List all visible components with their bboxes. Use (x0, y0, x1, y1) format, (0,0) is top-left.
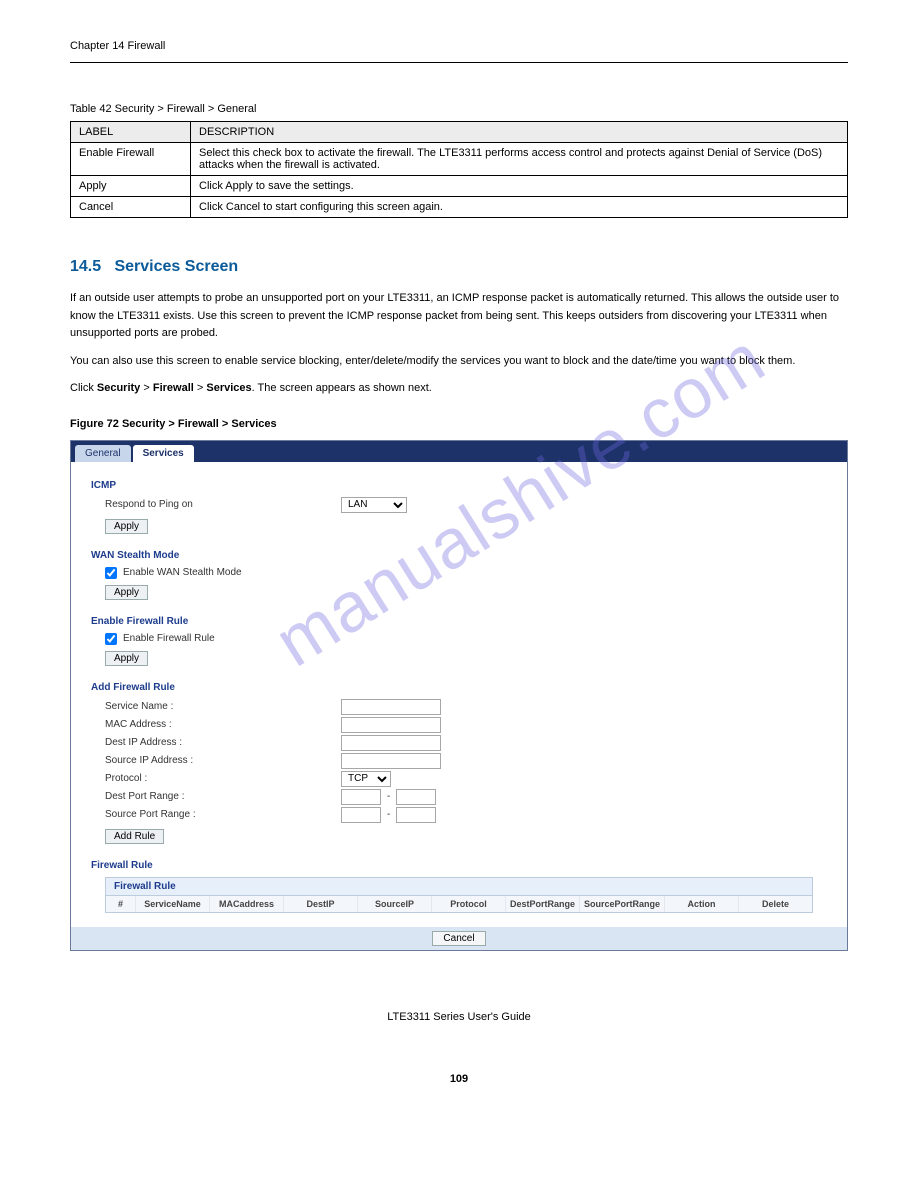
chapter-label: Chapter 14 Firewall (70, 40, 165, 52)
col-service: ServiceName (136, 896, 210, 912)
dest-port-to-input[interactable] (396, 789, 436, 805)
table-row: Enable Firewall Select this check box to… (71, 143, 848, 176)
enable-rule-apply-button[interactable]: Apply (105, 651, 148, 666)
wan-stealth-label: Enable WAN Stealth Mode (123, 567, 242, 578)
page-number: 109 (70, 1073, 848, 1085)
text-bold: Services (206, 382, 251, 394)
table-row: Cancel Click Cancel to start configuring… (71, 197, 848, 218)
text-frag: > (194, 382, 207, 394)
wan-apply-button[interactable]: Apply (105, 585, 148, 600)
panel-footer: Cancel (71, 927, 847, 950)
respond-ping-select[interactable]: LAN (341, 497, 407, 513)
respond-ping-label: Respond to Ping on (105, 499, 335, 510)
firewall-rule-section-title: Firewall Rule (91, 860, 827, 871)
source-port-label: Source Port Range : (105, 809, 335, 820)
source-ip-label: Source IP Address : (105, 755, 335, 766)
col-destport: DestPortRange (506, 896, 580, 912)
add-rule-button[interactable]: Add Rule (105, 829, 164, 844)
protocol-label: Protocol : (105, 773, 335, 784)
header-rule (70, 62, 848, 63)
ref-cell-label: Cancel (71, 197, 191, 218)
col-protocol: Protocol (432, 896, 506, 912)
add-rule-title: Add Firewall Rule (91, 682, 827, 693)
enable-rule-title: Enable Firewall Rule (91, 616, 827, 627)
wan-stealth-checkbox[interactable] (105, 567, 117, 579)
text-bold: Firewall (153, 382, 194, 394)
icmp-apply-button[interactable]: Apply (105, 519, 148, 534)
dest-port-from-input[interactable] (341, 789, 381, 805)
protocol-select[interactable]: TCP (341, 771, 391, 787)
source-port-from-input[interactable] (341, 807, 381, 823)
section-paragraph-3: Click Security > Firewall > Services. Th… (70, 380, 848, 398)
service-name-label: Service Name : (105, 701, 335, 712)
reference-table: LABEL DESCRIPTION Enable Firewall Select… (70, 121, 848, 218)
mac-address-input[interactable] (341, 717, 441, 733)
firewall-rule-table-title: Firewall Rule (106, 878, 812, 896)
service-name-input[interactable] (341, 699, 441, 715)
col-num: # (106, 896, 136, 912)
dest-ip-label: Dest IP Address : (105, 737, 335, 748)
section-number: 14.5 (70, 258, 101, 275)
col-sourceport: SourcePortRange (580, 896, 665, 912)
enable-rule-checkbox[interactable] (105, 633, 117, 645)
text-frag: . The screen appears as shown next. (252, 382, 432, 394)
range-dash: - (387, 809, 390, 820)
icmp-title: ICMP (91, 480, 827, 491)
range-dash: - (387, 791, 390, 802)
section-paragraph-2: You can also use this screen to enable s… (70, 353, 848, 371)
col-mac: MACaddress (210, 896, 284, 912)
section-paragraph-1: If an outside user attempts to probe an … (70, 290, 848, 343)
col-action: Action (665, 896, 739, 912)
figure-caption: Figure 72 Security > Firewall > Services (70, 418, 848, 430)
firewall-rule-table-head: # ServiceName MACaddress DestIP SourceIP… (106, 896, 812, 912)
ref-table-head-desc: DESCRIPTION (191, 122, 848, 143)
enable-rule-label: Enable Firewall Rule (123, 633, 215, 644)
tab-services[interactable]: Services (133, 445, 194, 462)
text-frag: Click (70, 382, 97, 394)
wan-stealth-title: WAN Stealth Mode (91, 550, 827, 561)
source-port-to-input[interactable] (396, 807, 436, 823)
ref-table-head-label: LABEL (71, 122, 191, 143)
firewall-rule-table: Firewall Rule # ServiceName MACaddress D… (105, 877, 813, 913)
ref-cell-label: Enable Firewall (71, 143, 191, 176)
table-row: Apply Click Apply to save the settings. (71, 176, 848, 197)
source-ip-input[interactable] (341, 753, 441, 769)
footer-title: LTE3311 Series User's Guide (70, 1011, 848, 1023)
text-bold: Security (97, 382, 140, 394)
col-delete: Delete (739, 896, 812, 912)
cancel-button[interactable]: Cancel (432, 931, 485, 946)
dest-port-label: Dest Port Range : (105, 791, 335, 802)
firewall-services-panel: General Services ICMP Respond to Ping on… (70, 440, 848, 951)
ref-cell-desc: Click Apply to save the settings. (191, 176, 848, 197)
col-sourceip: SourceIP (358, 896, 432, 912)
tab-bar: General Services (71, 441, 847, 462)
ref-cell-desc: Select this check box to activate the fi… (191, 143, 848, 176)
section-title: Services Screen (114, 258, 238, 275)
mac-address-label: MAC Address : (105, 719, 335, 730)
dest-ip-input[interactable] (341, 735, 441, 751)
section-heading: 14.5 Services Screen (70, 258, 848, 276)
ref-cell-desc: Click Cancel to start configuring this s… (191, 197, 848, 218)
table-intro: Table 42 Security > Firewall > General (70, 103, 848, 115)
ref-cell-label: Apply (71, 176, 191, 197)
col-destip: DestIP (284, 896, 358, 912)
tab-general[interactable]: General (75, 445, 131, 462)
text-frag: > (140, 382, 153, 394)
